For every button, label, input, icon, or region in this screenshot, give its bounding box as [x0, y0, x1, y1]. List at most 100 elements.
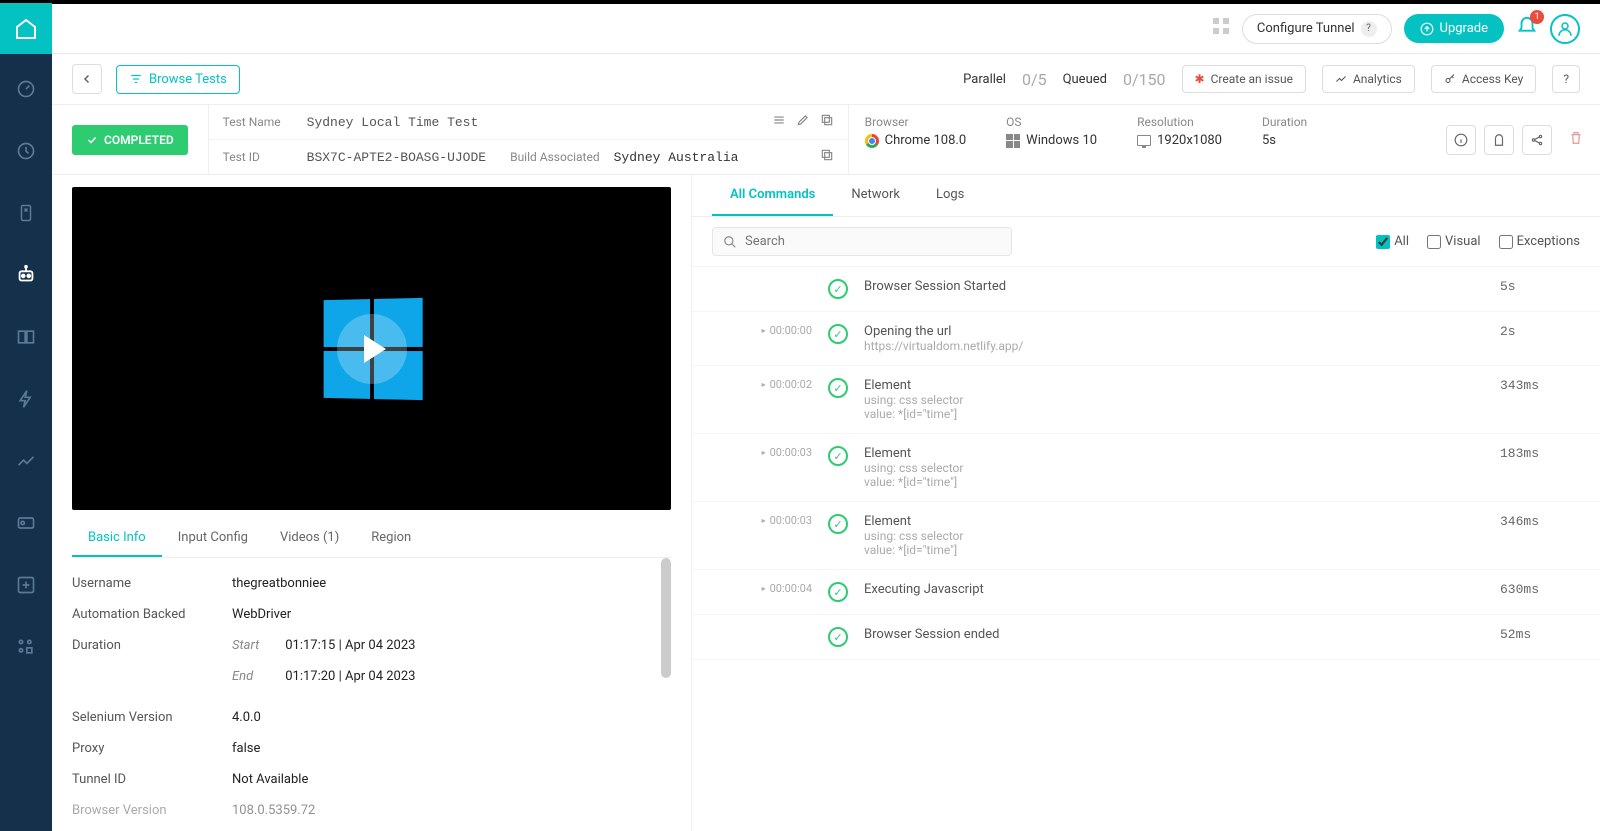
- tab-videos[interactable]: Videos (1): [264, 520, 355, 557]
- tab-basic-info[interactable]: Basic Info: [72, 520, 162, 557]
- sidebar-item-more[interactable]: [11, 632, 41, 662]
- upgrade-button[interactable]: Upgrade: [1404, 14, 1504, 43]
- configure-tunnel-button[interactable]: Configure Tunnel ?: [1242, 14, 1392, 44]
- filter-all[interactable]: All: [1376, 234, 1409, 249]
- command-row[interactable]: ▸ 00:00:00 ✓ Opening the urlhttps://virt…: [692, 312, 1600, 366]
- os-value: Windows 10: [1026, 133, 1097, 148]
- analytics-button[interactable]: Analytics: [1322, 65, 1415, 93]
- end-val: 01:17:20 | Apr 04 2023: [285, 669, 415, 684]
- sidebar-item-dashboard[interactable]: [11, 74, 41, 104]
- play-icon: [337, 314, 407, 384]
- scrollbar[interactable]: [661, 558, 671, 678]
- sidebar-item-lightning[interactable]: [11, 384, 41, 414]
- upgrade-icon: [1420, 22, 1434, 36]
- command-row[interactable]: ✓ Browser Session Started 5s: [692, 267, 1600, 312]
- command-list: ✓ Browser Session Started 5s ▸ 00:00:00 …: [692, 267, 1600, 831]
- search-box[interactable]: [712, 227, 1012, 256]
- command-body: Elementusing: css selectorvalue: *[id="t…: [864, 514, 1484, 557]
- sidebar-item-analytics[interactable]: [11, 446, 41, 476]
- command-row[interactable]: ▸ 00:00:03 ✓ Elementusing: css selectorv…: [692, 434, 1600, 502]
- apps-grid-icon[interactable]: [1212, 17, 1230, 40]
- browse-tests-label: Browse Tests: [149, 72, 227, 87]
- subheader: COMPLETED Test Name Sydney Local Time Te…: [52, 105, 1600, 175]
- sidebar-item-integrations[interactable]: [11, 508, 41, 538]
- access-key-button[interactable]: Access Key: [1431, 65, 1536, 93]
- header: Configure Tunnel ? Upgrade 1: [0, 4, 1600, 54]
- duration-label: Duration: [1262, 115, 1307, 129]
- info-table: Usernamethegreatbonniee Automation Backe…: [72, 558, 671, 831]
- success-icon: ✓: [828, 279, 848, 299]
- success-icon: ✓: [828, 378, 848, 398]
- command-row[interactable]: ▸ 00:00:04 ✓ Executing Javascript 630ms: [692, 570, 1600, 615]
- create-issue-label: Create an issue: [1211, 72, 1293, 86]
- queued-value: 0/150: [1123, 70, 1166, 89]
- logo[interactable]: [0, 3, 52, 55]
- parallel-value: 0/5: [1022, 70, 1047, 89]
- command-row[interactable]: ▸ 00:00:03 ✓ Elementusing: css selectorv…: [692, 502, 1600, 570]
- success-icon: ✓: [828, 324, 848, 344]
- edit-icon[interactable]: [796, 113, 810, 131]
- trash-icon: [1568, 130, 1584, 146]
- duration-value: 5s: [1262, 133, 1307, 148]
- end-label: End: [232, 669, 282, 684]
- upgrade-label: Upgrade: [1440, 21, 1488, 36]
- share-button[interactable]: [1522, 125, 1552, 155]
- sidebar-item-automation[interactable]: [11, 260, 41, 290]
- browse-tests-button[interactable]: Browse Tests: [116, 65, 240, 94]
- os-label: OS: [1006, 115, 1097, 129]
- more-icon: [16, 637, 36, 657]
- bookmark-button[interactable]: [1484, 125, 1514, 155]
- copy-icon[interactable]: [820, 113, 834, 131]
- command-row[interactable]: ▸ 00:00:02 ✓ Elementusing: css selectorv…: [692, 366, 1600, 434]
- user-icon: [1556, 20, 1574, 38]
- delete-button[interactable]: [1568, 130, 1584, 150]
- proxy-val: false: [232, 741, 260, 756]
- notifications-button[interactable]: 1: [1516, 16, 1538, 42]
- tab-network[interactable]: Network: [833, 175, 918, 216]
- sidebar-item-add[interactable]: [11, 570, 41, 600]
- left-tabs: Basic Info Input Config Videos (1) Regio…: [72, 520, 671, 558]
- split-icon: [16, 327, 36, 347]
- command-body: Browser Session Started: [864, 279, 1484, 294]
- tab-input-config[interactable]: Input Config: [162, 520, 264, 557]
- search-input[interactable]: [745, 234, 1001, 249]
- copy-id-icon[interactable]: [820, 148, 834, 166]
- command-duration: 346ms: [1500, 514, 1580, 529]
- resolution-value: 1920x1080: [1157, 133, 1222, 148]
- info-button[interactable]: [1446, 125, 1476, 155]
- layers-icon: [16, 513, 36, 533]
- help-button[interactable]: ?: [1552, 65, 1580, 93]
- browser-value: Chrome 108.0: [885, 133, 967, 148]
- sidebar-item-history[interactable]: [11, 136, 41, 166]
- back-button[interactable]: [72, 64, 102, 94]
- filter-exceptions[interactable]: Exceptions: [1499, 234, 1580, 249]
- success-icon: ✓: [828, 514, 848, 534]
- autobacked-key: Automation Backed: [72, 607, 232, 622]
- video-player[interactable]: [72, 187, 671, 510]
- command-duration: 2s: [1500, 324, 1580, 339]
- brver-val: 108.0.5359.72: [232, 803, 315, 818]
- sidebar-item-compare[interactable]: [11, 322, 41, 352]
- command-row[interactable]: ✓ Browser Session ended 52ms: [692, 615, 1600, 660]
- access-key-label: Access Key: [1462, 72, 1523, 86]
- command-time: ▸ 00:00:04: [712, 582, 812, 595]
- proxy-key: Proxy: [72, 741, 232, 756]
- command-duration: 343ms: [1500, 378, 1580, 393]
- tab-logs[interactable]: Logs: [918, 175, 982, 216]
- command-time: ▸ 00:00:03: [712, 446, 812, 459]
- tab-region[interactable]: Region: [355, 520, 427, 557]
- analytics-icon: [1335, 73, 1347, 85]
- configure-icon[interactable]: [772, 113, 786, 131]
- sidebar: [0, 54, 52, 831]
- user-avatar[interactable]: [1550, 14, 1580, 44]
- chevron-left-icon: [81, 73, 93, 85]
- tab-all-commands[interactable]: All Commands: [712, 175, 833, 216]
- filter-visual[interactable]: Visual: [1427, 234, 1481, 249]
- parallel-label: Parallel: [963, 72, 1006, 87]
- start-label: Start: [232, 638, 282, 653]
- command-body: Browser Session ended: [864, 627, 1484, 642]
- sidebar-item-device[interactable]: [11, 198, 41, 228]
- success-icon: ✓: [828, 627, 848, 647]
- create-issue-button[interactable]: ✱ Create an issue: [1182, 65, 1306, 93]
- share-icon: [1530, 133, 1544, 147]
